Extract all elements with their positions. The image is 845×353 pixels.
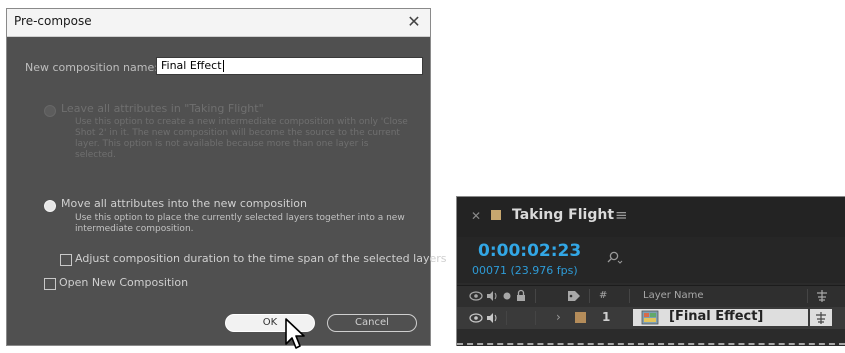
lock-icon[interactable] (516, 289, 526, 302)
radio-leave-attributes (44, 105, 56, 117)
layer-name-header[interactable]: Layer Name (643, 290, 704, 301)
header-divider (589, 289, 590, 303)
header-divider (629, 289, 630, 303)
adjust-duration-checkbox[interactable] (60, 254, 72, 266)
precompose-dialog: Pre-compose ✕ New composition name: Fina… (6, 8, 447, 346)
screenshot-stage: Pre-compose ✕ New composition name: Fina… (0, 0, 845, 353)
shy-switch-icon[interactable] (815, 289, 829, 303)
layer-number-header: # (599, 290, 608, 301)
layer-column-header: # Layer Name (457, 285, 845, 308)
adjust-duration-label: Adjust composition duration to the time … (75, 252, 447, 265)
option-leave-description: Use this option to create a new intermed… (75, 117, 408, 160)
layer-row[interactable]: › 1 [Final Effect] (457, 307, 845, 329)
close-icon[interactable]: ✕ (404, 12, 424, 32)
label-tag-icon[interactable] (567, 290, 581, 302)
layer-audio-icon[interactable] (486, 312, 498, 324)
mouse-pointer-icon (285, 318, 305, 349)
composition-name-value: Final Effect (161, 59, 222, 72)
composition-name-input[interactable]: Final Effect (156, 57, 423, 75)
open-new-composition-label: Open New Composition (59, 276, 189, 289)
option-move-description: Use this option to place the currently s… (75, 213, 405, 234)
composition-color-swatch (491, 210, 501, 220)
panel-menu-icon[interactable]: ≡ (615, 206, 628, 224)
open-new-composition-checkbox[interactable] (44, 278, 56, 290)
cancel-button[interactable]: Cancel (327, 314, 417, 332)
timeline-panel: ✕ Taking Flight ≡ 0:00:02:23 00071 (23.9… (456, 196, 845, 346)
composition-name-label: New composition name: (25, 61, 158, 74)
layer-name-text: [Final Effect] (669, 309, 764, 324)
layer-eye-icon[interactable] (469, 313, 483, 323)
row-divider (506, 311, 507, 325)
search-icon[interactable] (605, 251, 623, 265)
text-caret (222, 60, 224, 72)
shy-switch-icon (816, 312, 826, 324)
video-eye-icon[interactable] (469, 291, 483, 301)
solo-dot-icon[interactable] (503, 292, 511, 300)
tab-close-icon[interactable]: ✕ (471, 209, 481, 223)
option-leave-label: Leave all attributes in "Taking Flight" (61, 102, 264, 115)
layer-number: 1 (602, 310, 611, 324)
panel-crop-edge (457, 343, 845, 346)
option-move-label: Move all attributes into the new composi… (61, 197, 307, 210)
time-display-area: 0:00:02:23 00071 (23.976 fps) (457, 237, 845, 283)
layer-label-color[interactable] (575, 312, 586, 323)
layer-search-input[interactable] (627, 255, 837, 269)
audio-speaker-icon[interactable] (486, 290, 498, 302)
dialog-title: Pre-compose (14, 14, 92, 28)
twirl-chevron-icon[interactable]: › (556, 310, 561, 324)
layer-shy-switch[interactable] (810, 309, 832, 326)
frame-count-display: 00071 (23.976 fps) (472, 264, 578, 277)
dialog-titlebar[interactable]: Pre-compose ✕ (7, 9, 430, 37)
row-divider (535, 311, 536, 325)
radio-move-attributes[interactable] (44, 200, 56, 212)
composition-tab-title: Taking Flight (512, 207, 615, 223)
header-divider (807, 289, 808, 303)
header-divider (535, 289, 536, 303)
layer-name-field[interactable]: [Final Effect] (633, 309, 808, 326)
current-time-display[interactable]: 0:00:02:23 (478, 241, 581, 261)
composition-icon (641, 310, 659, 325)
timeline-tab[interactable]: ✕ Taking Flight ≡ (457, 197, 845, 237)
